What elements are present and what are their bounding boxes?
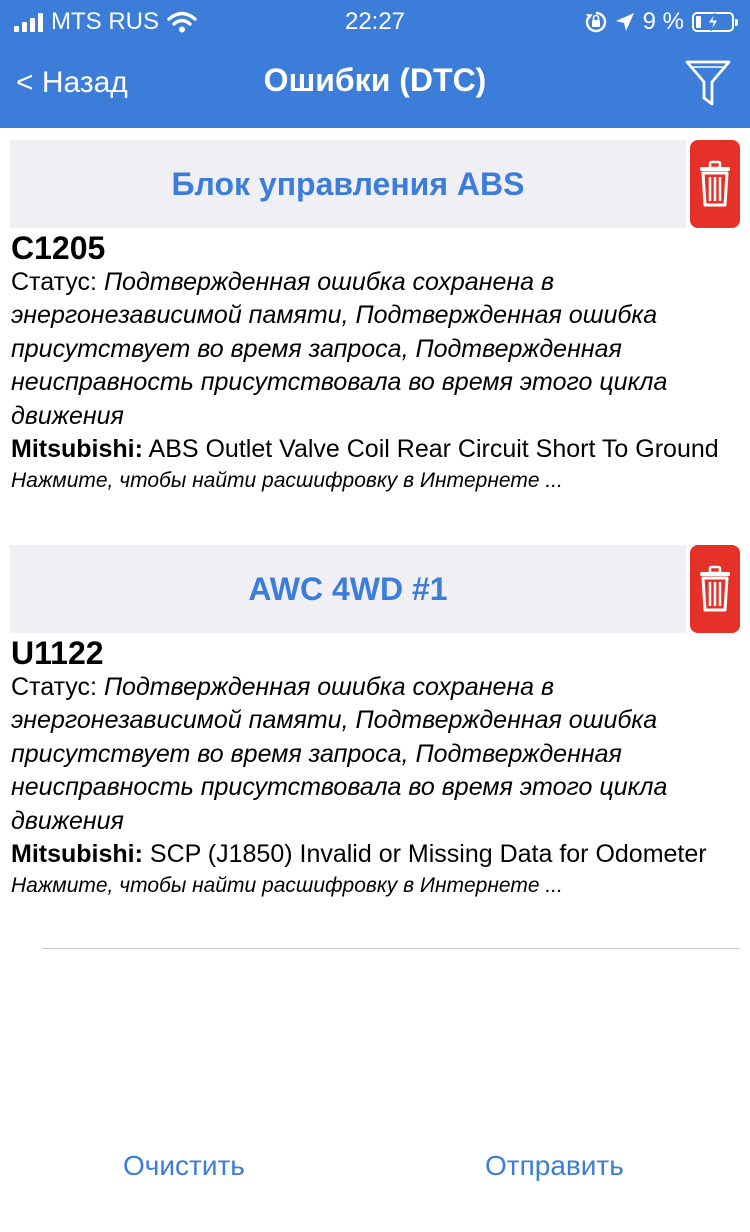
- dtc-entry[interactable]: U1122 Статус: Подтвержденная ошибка сохр…: [11, 635, 731, 901]
- search-online-link[interactable]: Нажмите, чтобы найти расшифровку в Интер…: [11, 466, 731, 496]
- dtc-description: Mitsubishi: ABS Outlet Valve Coil Rear C…: [11, 433, 731, 466]
- dtc-code: C1205: [11, 230, 106, 266]
- description-text: ABS Outlet Valve Coil Rear Circuit Short…: [148, 435, 719, 464]
- trash-icon: [700, 565, 730, 612]
- status-bar: MTS RUS 22:27 9 %: [0, 0, 750, 44]
- battery-percent: 9 %: [642, 8, 684, 35]
- description-text: SCP (J1850) Invalid or Missing Data for …: [149, 840, 707, 869]
- dtc-description: Mitsubishi: SCP (J1850) Invalid or Missi…: [11, 838, 731, 871]
- maker-label: Mitsubishi:: [11, 840, 143, 869]
- status-right: 9 %: [585, 8, 738, 36]
- filter-icon[interactable]: [684, 58, 732, 108]
- status-label: Статус:: [11, 673, 97, 701]
- battery-icon: [692, 12, 738, 32]
- status-label: Статус:: [11, 268, 97, 296]
- delete-button[interactable]: [690, 545, 740, 633]
- trash-icon: [700, 160, 730, 207]
- group-header-abs: Блок управления ABS: [10, 140, 686, 228]
- navigation-bar: < Назад Ошибки (DTC): [0, 44, 750, 128]
- delete-button[interactable]: [690, 140, 740, 228]
- dtc-entry[interactable]: C1205 Статус: Подтвержденная ошибка сохр…: [11, 230, 731, 496]
- dtc-code: U1122: [11, 635, 104, 671]
- group-title: AWC 4WD #1: [248, 570, 448, 607]
- search-online-link[interactable]: Нажмите, чтобы найти расшифровку в Интер…: [11, 871, 731, 901]
- list-divider: [42, 948, 740, 949]
- status-text: Подтвержденная ошибка сохранена в энерго…: [11, 268, 668, 430]
- location-icon: [615, 13, 634, 31]
- dtc-status: Статус: Подтвержденная ошибка сохранена …: [11, 266, 731, 433]
- orientation-lock-icon: [585, 11, 606, 33]
- status-text: Подтвержденная ошибка сохранена в энерго…: [11, 673, 668, 835]
- send-button[interactable]: Отправить: [485, 1150, 624, 1182]
- maker-label: Mitsubishi:: [11, 435, 143, 464]
- dtc-status: Статус: Подтвержденная ошибка сохранена …: [11, 671, 731, 838]
- app-header: MTS RUS 22:27 9 % < Назад Ошибки (DTC): [0, 0, 750, 128]
- group-title: Блок управления ABS: [171, 165, 525, 202]
- back-button[interactable]: < Назад: [16, 66, 128, 100]
- group-header-awc: AWC 4WD #1: [10, 545, 686, 633]
- clear-button[interactable]: Очистить: [123, 1150, 245, 1182]
